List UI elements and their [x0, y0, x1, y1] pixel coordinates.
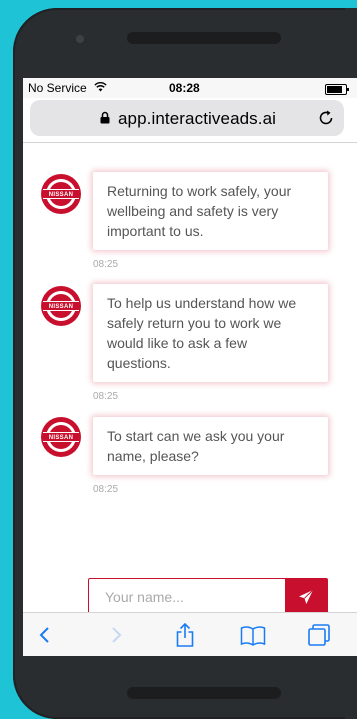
carrier-status: No Service [28, 81, 107, 95]
tabs-icon [308, 624, 330, 646]
message-timestamp: 08:25 [93, 391, 119, 402]
url-text[interactable]: app.interactiveads.ai [118, 109, 276, 129]
message-timestamp: 08:25 [93, 484, 119, 495]
back-button[interactable] [31, 621, 59, 649]
tabs-button[interactable] [305, 621, 333, 649]
camera-icon [76, 35, 84, 43]
status-bar: No Service 08:28 [23, 78, 357, 98]
message-timestamp: 08:25 [93, 259, 119, 270]
brand-logo-text: NISSAN [43, 189, 79, 199]
avatar: NISSAN [41, 286, 81, 326]
avatar: NISSAN [41, 174, 81, 214]
speaker-grille [127, 32, 281, 44]
browser-toolbar [23, 612, 357, 656]
paper-plane-icon [299, 589, 314, 604]
phone-screen: No Service 08:28 app.interactiveads.ai N… [23, 78, 357, 656]
share-button[interactable] [171, 621, 199, 649]
name-input-group [88, 578, 328, 616]
chat-message-bubble: To help us understand how we safely retu… [93, 284, 328, 382]
chat-message-bubble: To start can we ask you your name, pleas… [93, 417, 328, 475]
name-input[interactable] [89, 579, 300, 614]
reload-icon[interactable] [316, 108, 336, 128]
brand-logo-text: NISSAN [43, 301, 79, 311]
forward-button[interactable] [102, 621, 130, 649]
chat-message-bubble: Returning to work safely, your wellbeing… [93, 172, 328, 250]
bookmarks-button[interactable] [239, 621, 267, 649]
avatar: NISSAN [41, 417, 81, 457]
brand-logo-text: NISSAN [43, 432, 79, 442]
send-button[interactable] [285, 579, 327, 614]
clock-time: 08:28 [169, 81, 200, 95]
chat-area: NISSAN Returning to work safely, your we… [23, 144, 357, 616]
chevron-left-icon [39, 627, 49, 643]
address-bar-divider [23, 142, 357, 143]
lock-icon [100, 111, 110, 124]
wifi-icon [94, 82, 107, 92]
home-indicator [127, 687, 281, 699]
book-icon [240, 626, 266, 646]
share-icon [176, 622, 194, 647]
address-bar[interactable]: app.interactiveads.ai [30, 100, 344, 136]
battery-icon [325, 84, 349, 95]
chevron-right-icon [112, 627, 122, 643]
carrier-label: No Service [28, 81, 87, 95]
